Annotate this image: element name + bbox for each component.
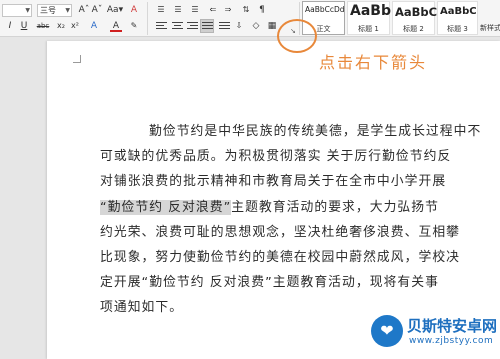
watermark-title: 贝斯特安卓网: [407, 317, 498, 335]
text-line: 约光荣、浪费可耻的思想观念，坚决杜绝奢侈浪费、互相攀: [100, 220, 473, 245]
bullets-button[interactable]: ☰: [155, 4, 167, 16]
sort-icon: ⇅: [242, 5, 250, 14]
style-name: 新样式: [480, 24, 500, 32]
text-line: 对铺张浪费的批示精神和市教育局关于在全市中小学开展: [100, 169, 473, 194]
style-sample: AaBb: [350, 3, 391, 19]
line-text: 勤俭节约是中华民族的传统美德，是学生成长过程中不: [149, 124, 482, 139]
numbering-button[interactable]: ☰: [172, 4, 184, 16]
highlight-color-button[interactable]: ✎: [128, 20, 140, 32]
style-name: 标题 3: [447, 25, 468, 33]
selected-text[interactable]: “勤俭节约 反对浪费”: [100, 199, 232, 215]
text-line: 勤俭节约是中华民族的传统美德，是学生成长过程中不: [121, 119, 480, 144]
watermark-logo-icon: ❤: [371, 315, 403, 347]
line-text: 主题教育活动的要求，大力弘扬节: [231, 199, 439, 215]
shrink-font-button[interactable]: Aˇ: [91, 4, 103, 16]
pilcrow-icon: ¶: [259, 5, 265, 15]
chevron-down-icon: ▼: [65, 7, 70, 14]
style-heading-3[interactable]: AaBbC 标题 3: [437, 1, 478, 35]
font-color-button[interactable]: A: [110, 20, 122, 32]
style-heading-1[interactable]: AaBb 标题 1: [347, 1, 391, 35]
style-sample: AaBbC: [440, 6, 477, 17]
text-line: 定开展“勤俭节约 反对浪费”主题教育活动，现将有关事: [100, 270, 473, 295]
sort-button[interactable]: ⇅: [240, 4, 252, 16]
distribute-button[interactable]: [219, 22, 230, 32]
align-left-button[interactable]: [156, 22, 167, 32]
grow-font-button[interactable]: Aˆ: [78, 4, 90, 16]
style-sample: AaBbC: [395, 5, 438, 19]
style-name: 标题 1: [358, 25, 379, 33]
justify-icon: [202, 22, 213, 32]
strikethrough-button[interactable]: abc: [34, 20, 52, 32]
page-corner-mark: [73, 55, 81, 63]
text-line: “勤俭节约 反对浪费”主题教育活动的要求，大力弘扬节: [100, 195, 473, 220]
ribbon: ▼ 三号 ▼ Aˆ Aˇ Aa▾ A I U abc x₂ x² A A ✎ ☰…: [0, 0, 500, 37]
style-new[interactable]: 新样式: [480, 1, 500, 35]
text-line: 比现象，努力使勤俭节约的美德在校园中蔚然成风，学校决: [100, 245, 473, 270]
justify-button[interactable]: [200, 19, 214, 33]
align-center-button[interactable]: [172, 22, 183, 32]
italic-button[interactable]: I: [4, 20, 16, 32]
line-text: 约光荣、浪费可耻的思想观念，坚决杜绝奢侈浪费、互相攀: [100, 224, 461, 240]
line-text: 可或缺的优秀品质。为积极贯彻落实 关于厉行勤俭节约反: [100, 149, 452, 165]
show-marks-button[interactable]: ¶: [256, 4, 268, 16]
superscript-button[interactable]: x²: [69, 20, 81, 32]
line-text: 定开展“勤俭节约 反对浪费”主题教育活动，现将有关事: [100, 275, 439, 291]
watermark-url: www.zjbstyy.com: [409, 336, 494, 346]
underline-button[interactable]: U: [18, 20, 30, 32]
line-spacing-button[interactable]: ⇩: [233, 20, 245, 32]
align-right-button[interactable]: [187, 22, 198, 32]
style-name: 标题 2: [403, 25, 424, 33]
borders-button[interactable]: ▦: [266, 20, 278, 32]
line-text: 对铺张浪费的批示精神和市教育局关于在全市中小学开展: [100, 174, 447, 190]
annotation-circle: [277, 19, 317, 53]
increase-indent-button[interactable]: ⇒: [222, 4, 234, 16]
font-size-combo-2[interactable]: 三号 ▼: [37, 4, 72, 17]
font-size-combo-2-value: 三号: [40, 6, 56, 15]
annotation-text: 点击右下箭头: [319, 53, 428, 72]
style-sample: AaBbCcDd: [305, 5, 345, 14]
watermark: ❤ 贝斯特安卓网 www.zjbstyy.com: [357, 311, 500, 359]
change-case-button[interactable]: Aa▾: [106, 4, 124, 16]
line-text: 比现象，努力使勤俭节约的美德在校园中蔚然成风，学校决: [100, 249, 461, 265]
chevron-down-icon: ▼: [25, 7, 30, 14]
text-line: 可或缺的优秀品质。为积极贯彻落实 关于厉行勤俭节约反: [100, 144, 473, 169]
text-effect-button[interactable]: A: [88, 20, 100, 32]
ribbon-separator: [147, 2, 148, 35]
style-heading-2[interactable]: AaBbC 标题 2: [392, 1, 438, 35]
line-text: 项通知如下。: [100, 300, 184, 316]
shading-button[interactable]: ◇: [250, 20, 262, 32]
font-size-combo[interactable]: ▼: [2, 4, 32, 17]
document-body[interactable]: 勤俭节约是中华民族的传统美德，是学生成长过程中不 可或缺的优秀品质。为积极贯彻落…: [100, 119, 480, 321]
highlighter-icon: ✎: [130, 21, 138, 30]
subscript-button[interactable]: x₂: [55, 20, 67, 32]
decrease-indent-button[interactable]: ⇐: [207, 4, 219, 16]
clear-format-button[interactable]: A: [128, 4, 140, 16]
multilevel-list-button[interactable]: ☰: [189, 4, 201, 16]
